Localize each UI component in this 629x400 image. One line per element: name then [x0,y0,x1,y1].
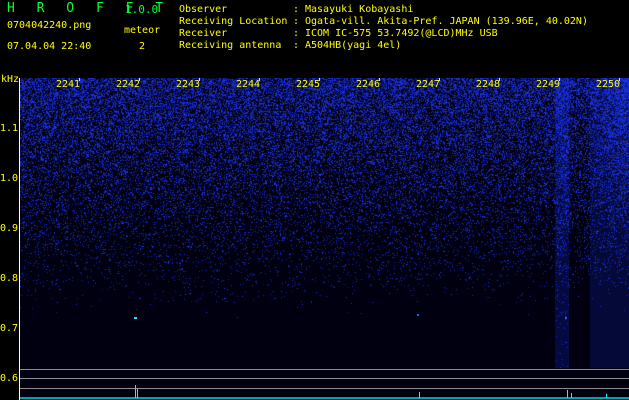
timestamp: 07.04.04 22:40 [7,41,92,52]
y-tick-label: 1.1 [0,123,19,134]
guide-line [20,369,629,370]
y-tick-label: 0.6 [0,373,19,384]
meteor-echo [565,317,567,319]
info-value: ICOM IC-575 53.7492(@LCD)MHz USB [305,28,498,39]
spectrogram-canvas [20,78,629,400]
time-label: 2244 [236,79,261,90]
info-separator: : [293,40,300,51]
info-row-location: Receiving Location: Ogata-vill. Akita-Pre… [179,16,588,28]
info-label: Receiving antenna [179,40,282,51]
signal-spike [606,394,607,398]
guide-line [20,378,629,379]
time-label: 2245 [296,79,321,90]
filename: 0704042240.png [7,20,92,31]
info-label: Receiver [179,28,228,39]
header-panel: H R O F F T 1.0.0 0704042240.png 07.04.0… [0,0,629,74]
interference-band [590,78,629,368]
time-label: 2246 [356,79,381,90]
meteor-echo [417,314,419,316]
signal-spike [571,393,572,398]
signal-baseline [20,397,629,399]
meteor-count: 2 [139,41,146,52]
time-label: 2243 [176,79,201,90]
signal-spike [137,389,138,398]
y-tick-label: 1.0 [0,173,19,184]
info-value: Masayuki Kobayashi [305,4,414,15]
info-separator: : [293,16,300,27]
guide-line [20,388,629,389]
info-label: Receiving Location [179,16,288,27]
time-label: 2247 [416,79,441,90]
info-separator: : [293,4,300,15]
info-row-receiver: Receiver: ICOM IC-575 53.7492(@LCD)MHz US… [179,28,498,40]
time-label: 2248 [476,79,501,90]
time-label: 2249 [536,79,561,90]
noise-field [20,78,629,400]
time-label: 2250 [596,79,621,90]
meteor-label: meteor [124,25,161,36]
info-row-observer: Observer: Masayuki Kobayashi [179,4,413,16]
y-tick-label: 0.9 [0,223,19,234]
signal-spike [135,385,136,398]
time-label: 2242 [116,79,141,90]
interference-band [555,78,569,368]
signal-spike [419,392,420,398]
app-version: 1.0.0 [125,3,159,16]
time-label: 2241 [56,79,81,90]
info-row-antenna: Receiving antenna: A504HB(yagi 4el) [179,40,401,52]
y-tick-label: 0.7 [0,323,19,334]
info-value: A504HB(yagi 4el) [305,40,402,51]
info-value: Ogata-vill. Akita-Pref. JAPAN (139.96E, … [305,16,588,27]
info-label: Observer [179,4,228,15]
info-separator: : [293,28,300,39]
meteor-echo [134,317,137,319]
y-tick-label: 0.8 [0,273,19,284]
signal-spike [567,390,568,398]
y-axis-unit: kHz [1,74,20,85]
